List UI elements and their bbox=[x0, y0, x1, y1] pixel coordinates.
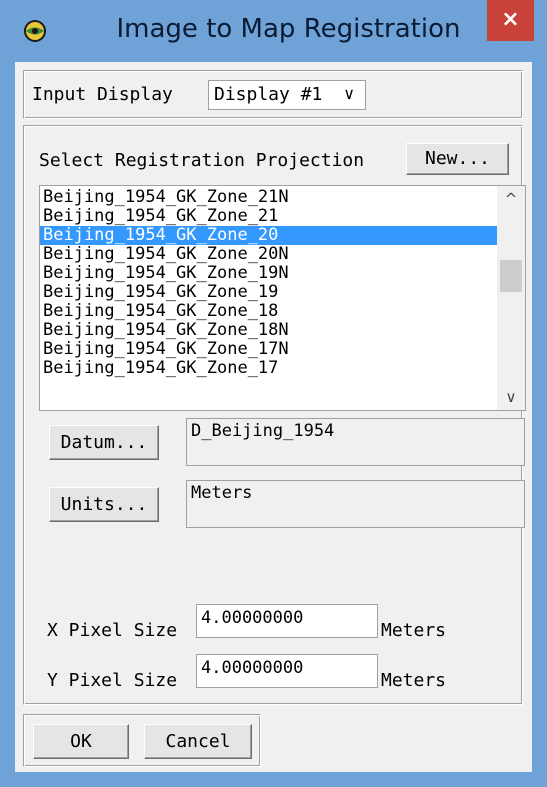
x-pixel-size-unit: Meters bbox=[381, 620, 447, 641]
x-pixel-size-input[interactable]: 4.00000000 bbox=[196, 604, 378, 638]
projection-list-item[interactable]: Beijing_1954_GK_Zone_20N bbox=[40, 245, 498, 264]
projection-list-item[interactable]: Beijing_1954_GK_Zone_21N bbox=[40, 188, 498, 207]
scroll-down-arrow-icon[interactable]: ∨ bbox=[497, 384, 525, 410]
projection-group: Select Registration Projection New... Be… bbox=[23, 125, 526, 705]
input-display-value: Display #1 bbox=[214, 84, 323, 105]
scroll-up-arrow-icon[interactable]: ^ bbox=[497, 186, 525, 212]
projection-list[interactable]: Beijing_1954_GK_Zone_21N Beijing_1954_GK_… bbox=[39, 185, 526, 411]
footer-button-group: OK Cancel bbox=[23, 714, 261, 767]
projection-list-scrollbar[interactable]: ^ ∨ bbox=[497, 186, 525, 410]
cancel-button[interactable]: Cancel bbox=[144, 724, 252, 759]
units-value: Meters bbox=[191, 483, 253, 503]
projection-list-item[interactable]: Beijing_1954_GK_Zone_21 bbox=[40, 207, 498, 226]
input-display-group: Input Display Display #1 ∨ bbox=[23, 70, 523, 119]
ok-button[interactable]: OK bbox=[33, 724, 129, 759]
y-pixel-size-label: Y Pixel Size bbox=[47, 670, 178, 691]
projection-list-item[interactable]: Beijing_1954_GK_Zone_18N bbox=[40, 321, 498, 340]
select-projection-label: Select Registration Projection bbox=[39, 150, 365, 171]
new-projection-button[interactable]: New... bbox=[406, 143, 509, 175]
input-display-label: Input Display bbox=[32, 84, 173, 105]
input-display-select[interactable]: Display #1 ∨ bbox=[208, 80, 366, 110]
projection-list-item[interactable]: Beijing_1954_GK_Zone_19 bbox=[40, 283, 498, 302]
close-button[interactable]: × bbox=[487, 0, 534, 41]
projection-list-item-selected[interactable]: Beijing_1954_GK_Zone_20 bbox=[40, 226, 498, 245]
dialog-body: Input Display Display #1 ∨ Select Regist… bbox=[15, 62, 532, 772]
dialog-window: Image to Map Registration × Input Displa… bbox=[0, 0, 547, 787]
y-pixel-size-input[interactable]: 4.00000000 bbox=[196, 654, 378, 688]
datum-value: D_Beijing_1954 bbox=[191, 421, 335, 441]
scroll-thumb[interactable] bbox=[500, 260, 522, 292]
datum-field: D_Beijing_1954 bbox=[186, 418, 525, 466]
datum-button[interactable]: Datum... bbox=[49, 425, 159, 460]
y-pixel-size-value: 4.00000000 bbox=[201, 658, 304, 678]
x-pixel-size-value: 4.00000000 bbox=[201, 608, 304, 628]
projection-list-item[interactable]: Beijing_1954_GK_Zone_19N bbox=[40, 264, 498, 283]
units-button[interactable]: Units... bbox=[49, 487, 159, 522]
units-field: Meters bbox=[186, 480, 525, 528]
projection-list-item[interactable]: Beijing_1954_GK_Zone_17N bbox=[40, 340, 498, 359]
x-pixel-size-label: X Pixel Size bbox=[47, 620, 178, 641]
chevron-down-icon: ∨ bbox=[343, 84, 355, 103]
y-pixel-size-unit: Meters bbox=[381, 670, 447, 691]
window-title: Image to Map Registration bbox=[116, 14, 461, 44]
title-bar[interactable]: Image to Map Registration × bbox=[0, 0, 547, 62]
projection-list-items: Beijing_1954_GK_Zone_21N Beijing_1954_GK_… bbox=[40, 188, 498, 378]
projection-list-item[interactable]: Beijing_1954_GK_Zone_17 bbox=[40, 359, 498, 378]
projection-list-item[interactable]: Beijing_1954_GK_Zone_18 bbox=[40, 302, 498, 321]
